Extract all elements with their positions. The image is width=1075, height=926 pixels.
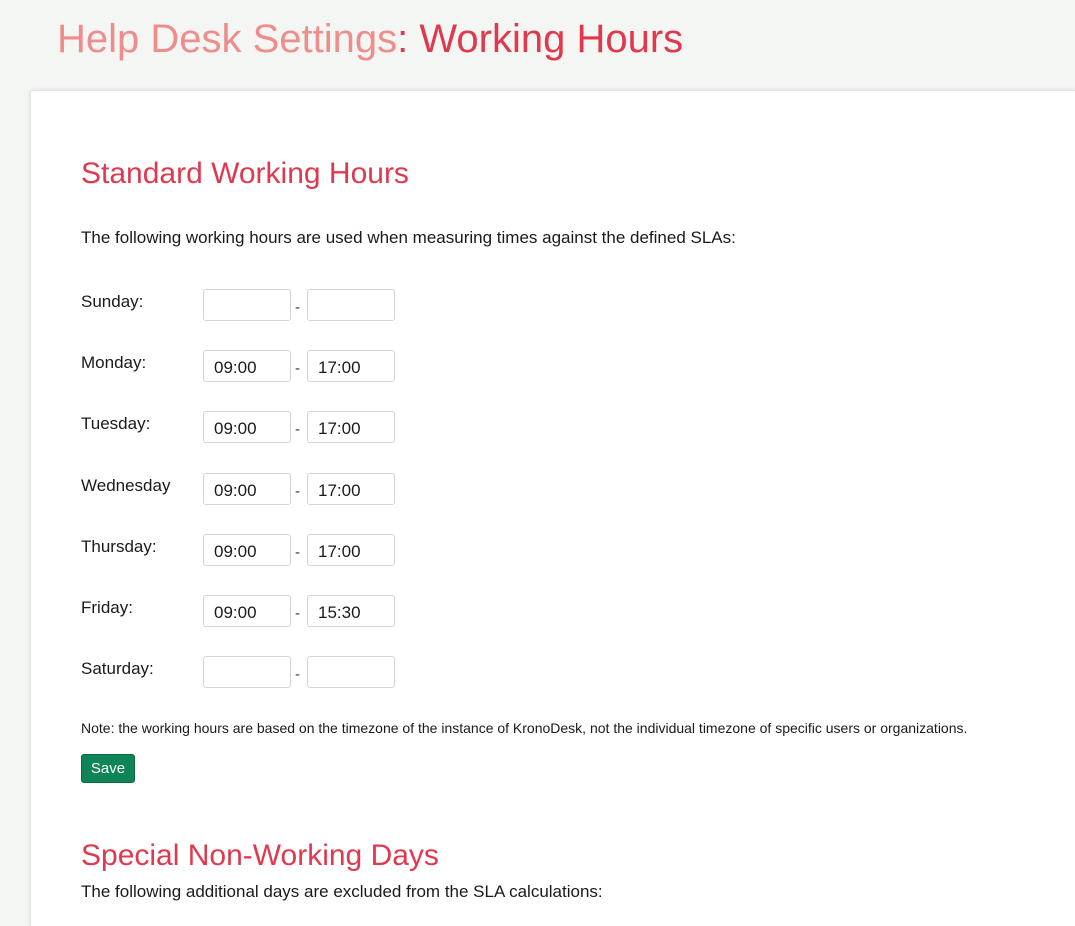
special-days-description: The following additional days are exclud… <box>81 882 603 901</box>
day-row-saturday: Saturday: - <box>81 656 481 690</box>
sunday-start-input[interactable] <box>203 289 291 321</box>
time-range-dash: - <box>295 483 300 500</box>
day-row-monday: Monday: - <box>81 350 481 384</box>
thursday-start-input[interactable] <box>203 534 291 566</box>
saturday-start-input[interactable] <box>203 656 291 688</box>
day-label: Monday: <box>81 353 147 372</box>
monday-end-input[interactable] <box>307 350 395 382</box>
day-label: Thursday: <box>81 537 157 556</box>
saturday-end-input[interactable] <box>307 656 395 688</box>
monday-start-input[interactable] <box>203 350 291 382</box>
time-range-dash: - <box>295 299 300 316</box>
timezone-note: Note: the working hours are based on the… <box>81 720 968 736</box>
friday-end-input[interactable] <box>307 595 395 627</box>
settings-panel: Standard Working Hours The following wor… <box>30 90 1075 926</box>
wednesday-start-input[interactable] <box>203 473 291 505</box>
standard-hours-heading: Standard Working Hours <box>81 157 409 190</box>
day-row-friday: Friday: - <box>81 595 481 629</box>
breadcrumb-separator: : <box>397 17 409 61</box>
friday-start-input[interactable] <box>203 595 291 627</box>
day-label: Wednesday <box>81 476 171 495</box>
day-row-tuesday: Tuesday: - <box>81 411 481 445</box>
day-row-sunday: Sunday: - <box>81 289 481 323</box>
save-button[interactable]: Save <box>81 754 135 783</box>
standard-hours-description: The following working hours are used whe… <box>81 228 736 247</box>
breadcrumb-current: Working Hours <box>408 17 684 61</box>
tuesday-start-input[interactable] <box>203 411 291 443</box>
sunday-end-input[interactable] <box>307 289 395 321</box>
time-range-dash: - <box>295 544 300 561</box>
day-label: Friday: <box>81 598 133 617</box>
time-range-dash: - <box>295 666 300 683</box>
day-row-wednesday: Wednesday - <box>81 473 481 507</box>
breadcrumb-section: Help Desk Settings <box>57 17 398 61</box>
time-range-dash: - <box>295 360 300 377</box>
special-days-heading: Special Non-Working Days <box>81 839 439 872</box>
time-range-dash: - <box>295 605 300 622</box>
wednesday-end-input[interactable] <box>307 473 395 505</box>
page-title: Help Desk Settings: Working Hours <box>57 12 683 66</box>
day-label: Tuesday: <box>81 414 151 433</box>
time-range-dash: - <box>295 421 300 438</box>
day-row-thursday: Thursday: - <box>81 534 481 568</box>
tuesday-end-input[interactable] <box>307 411 395 443</box>
day-label: Sunday: <box>81 292 144 311</box>
day-label: Saturday: <box>81 659 154 678</box>
thursday-end-input[interactable] <box>307 534 395 566</box>
